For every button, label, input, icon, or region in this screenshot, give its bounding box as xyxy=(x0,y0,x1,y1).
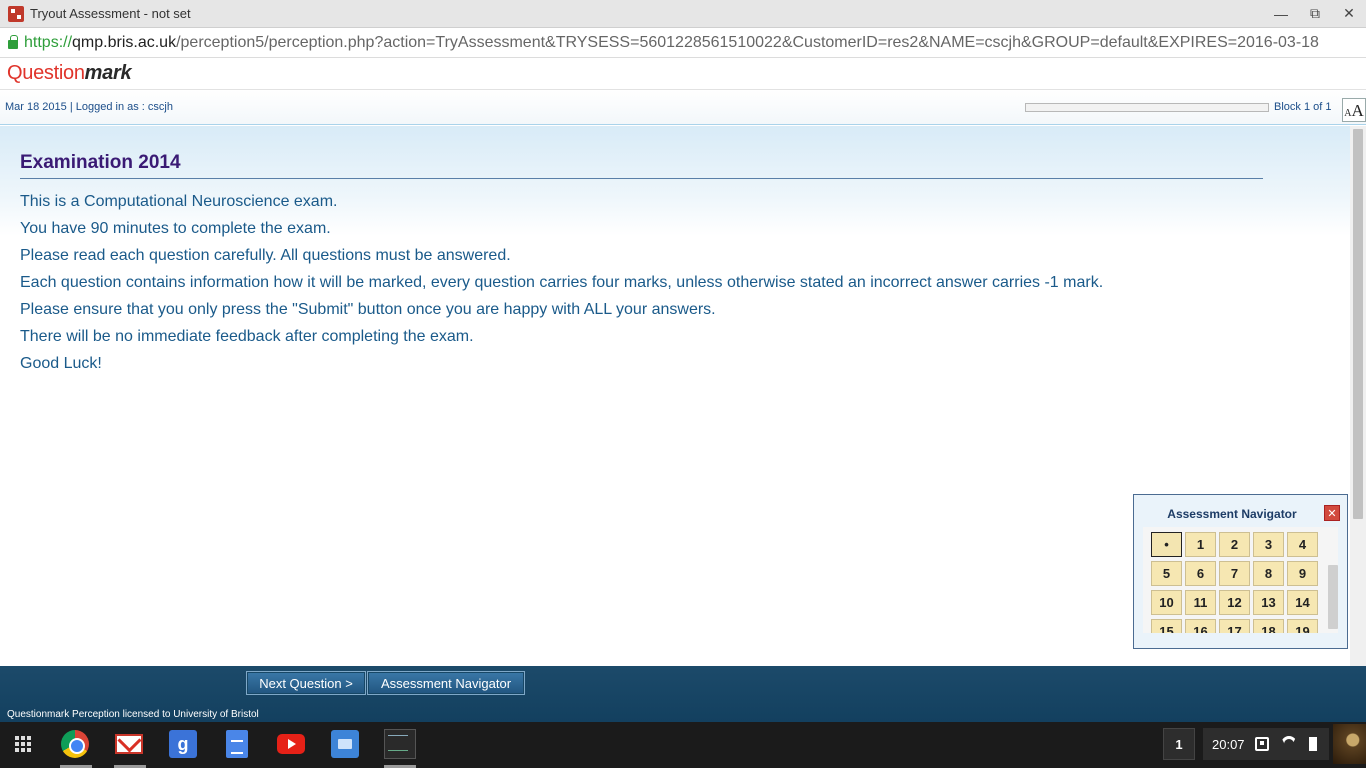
font-size-big-glyph: A xyxy=(1351,101,1364,120)
license-text: Questionmark Perception licensed to Univ… xyxy=(7,709,259,720)
system-status-area[interactable]: 20:07 xyxy=(1203,728,1329,760)
progress-bar xyxy=(1025,103,1269,112)
next-question-button[interactable]: Next Question > xyxy=(246,671,366,695)
restore-button[interactable]: ⧉ xyxy=(1298,0,1332,28)
nav-cell[interactable]: 16 xyxy=(1185,619,1216,633)
battery-icon xyxy=(1308,737,1317,751)
page-scrollbar[interactable] xyxy=(1350,126,1366,666)
nav-cell[interactable]: 13 xyxy=(1253,590,1284,615)
navigator-scrollbar[interactable] xyxy=(1328,565,1338,629)
navigator-close-button[interactable]: ✕ xyxy=(1324,505,1340,521)
app-launcher-icon[interactable] xyxy=(8,729,38,759)
instruction-line: This is a Computational Neuroscience exa… xyxy=(20,193,338,210)
navigator-title: Assessment Navigator xyxy=(1167,507,1297,521)
nav-cell[interactable]: 14 xyxy=(1287,590,1318,615)
drive-icon xyxy=(1254,737,1269,751)
google-search-icon[interactable]: g xyxy=(168,729,198,759)
window-title-bar: Tryout Assessment - not set — ⧉ ✕ xyxy=(0,0,1366,28)
exam-title: Examination 2014 xyxy=(20,152,181,173)
address-bar[interactable]: https://qmp.bris.ac.uk/perception5/perce… xyxy=(0,28,1366,58)
assessment-navigator-button[interactable]: Assessment Navigator xyxy=(367,671,525,695)
question-toolbar: Next Question > Assessment Navigator Que… xyxy=(0,666,1366,722)
minimize-button[interactable]: — xyxy=(1264,0,1298,28)
nav-cell[interactable]: 17 xyxy=(1219,619,1250,633)
font-size-button[interactable]: AA xyxy=(1342,98,1366,122)
os-taskbar: g xyxy=(0,722,1366,768)
nav-cell[interactable]: 9 xyxy=(1287,561,1318,586)
questionmark-logo: Questionmark xyxy=(7,62,132,84)
instruction-line: There will be no immediate feedback afte… xyxy=(20,328,474,345)
nav-cell[interactable]: 10 xyxy=(1151,590,1182,615)
close-button[interactable]: ✕ xyxy=(1332,0,1366,28)
navigator-grid: • 1 2 3 4 5 6 7 8 9 10 11 12 13 14 15 16… xyxy=(1151,532,1318,633)
font-size-small-glyph: A xyxy=(1344,108,1352,119)
nav-cell[interactable]: 11 xyxy=(1185,590,1216,615)
nav-cell[interactable]: 18 xyxy=(1253,619,1284,633)
nav-cell[interactable]: 7 xyxy=(1219,561,1250,586)
block-label: Block 1 of 1 xyxy=(1274,101,1332,113)
user-avatar[interactable] xyxy=(1333,724,1366,764)
url-text[interactable]: https://qmp.bris.ac.uk/perception5/perce… xyxy=(24,34,1319,52)
nav-cell[interactable]: 15 xyxy=(1151,619,1182,633)
app-icon xyxy=(8,5,24,22)
gmail-icon[interactable] xyxy=(114,729,144,759)
files-icon[interactable] xyxy=(330,729,360,759)
wifi-icon xyxy=(1280,736,1297,752)
nav-cell[interactable]: 12 xyxy=(1219,590,1250,615)
terminal-window-icon[interactable] xyxy=(384,729,416,759)
url-host: qmp.bris.ac.uk xyxy=(72,33,177,51)
nav-cell[interactable]: 5 xyxy=(1151,561,1182,586)
nav-cell[interactable]: 4 xyxy=(1287,532,1318,557)
nav-cell[interactable]: 1 xyxy=(1185,532,1216,557)
lock-icon xyxy=(8,35,18,49)
instructions: This is a Computational Neuroscience exa… xyxy=(20,192,1103,381)
window-title: Tryout Assessment - not set xyxy=(30,6,191,21)
nav-cell[interactable]: 2 xyxy=(1219,532,1250,557)
chrome-icon[interactable] xyxy=(60,729,90,759)
google-docs-icon[interactable] xyxy=(222,729,252,759)
nav-cell[interactable]: 19 xyxy=(1287,619,1318,633)
instruction-line: Good Luck! xyxy=(20,355,102,372)
instruction-line: You have 90 minutes to complete the exam… xyxy=(20,220,331,237)
assessment-navigator-panel: Assessment Navigator ✕ • 1 2 3 4 5 6 7 8… xyxy=(1133,494,1348,649)
navigator-grid-viewport: • 1 2 3 4 5 6 7 8 9 10 11 12 13 14 15 16… xyxy=(1143,527,1338,633)
instruction-line: Please ensure that you only press the "S… xyxy=(20,301,716,318)
session-info: Mar 18 2015 | Logged in as : cscjh xyxy=(5,101,173,113)
clock: 20:07 xyxy=(1212,736,1245,752)
logo-strip: Questionmark xyxy=(0,58,1366,90)
nav-cell[interactable]: 6 xyxy=(1185,561,1216,586)
url-scheme: https:// xyxy=(24,33,73,51)
youtube-icon[interactable] xyxy=(276,729,306,759)
nav-cell-intro[interactable]: • xyxy=(1151,532,1182,557)
nav-cell[interactable]: 8 xyxy=(1253,561,1284,586)
nav-cell[interactable]: 3 xyxy=(1253,532,1284,557)
title-divider xyxy=(20,178,1263,179)
info-strip: Mar 18 2015 | Logged in as : cscjh Block… xyxy=(0,90,1366,125)
instruction-line: Each question contains information how i… xyxy=(20,274,1104,291)
window-controls: — ⧉ ✕ xyxy=(1264,0,1366,28)
scrollbar-thumb[interactable] xyxy=(1353,129,1363,519)
instruction-line: Please read each question carefully. All… xyxy=(20,247,511,264)
url-path: /perception5/perception.php?action=TryAs… xyxy=(176,33,1319,51)
workspace-indicator[interactable]: 1 xyxy=(1163,728,1195,760)
